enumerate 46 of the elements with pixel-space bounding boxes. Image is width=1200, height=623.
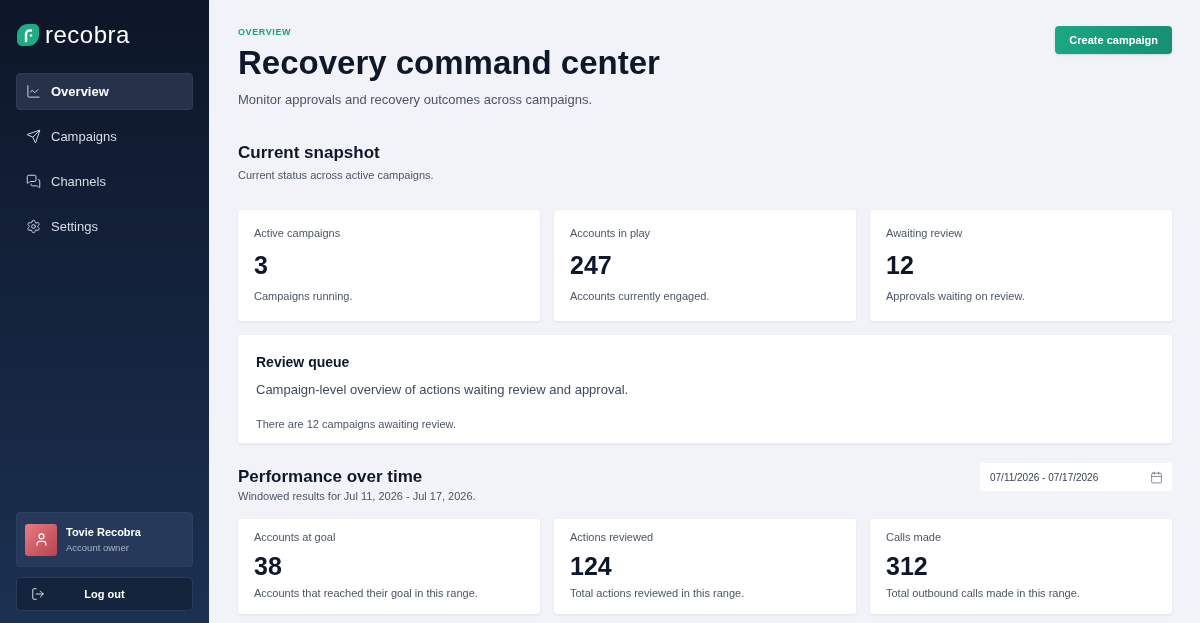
stat-label: Awaiting review [886,226,963,241]
nav-item[interactable]: Settings [16,208,193,245]
avatar-icon [25,523,57,556]
logout-icon [31,587,45,601]
chat-bubbles-icon [26,174,41,189]
stat-description: Accounts that reached their goal in this range. [254,586,478,601]
stat-label: Active campaigns [254,226,341,241]
logout-button[interactable]: Log out [16,577,193,611]
card-title: Review queue [256,353,350,372]
section-title: Current snapshot [238,142,380,164]
settings-icon [26,219,41,234]
section-subtitle: Windowed results for Jul 11, 2026 - Jul 17, 2026. [238,489,476,504]
page-eyebrow: OVERVIEW [238,26,292,38]
user-name: Tovie Recobra [66,525,141,539]
stat-label: Actions reviewed [570,530,654,545]
logo-icon [17,24,39,46]
card-note: There are 12 campaigns awaiting review. [256,417,456,432]
stat-label: Accounts in play [570,226,651,241]
stat-description: Campaigns running. [254,289,353,304]
page-subtitle: Monitor approvals and recovery outcomes across campaigns. [238,91,593,109]
section-subtitle: Current status across active campaigns. [238,168,434,183]
stat-value: 312 [886,551,928,581]
card-description: Campaign-level overview of actions waiting review and approval. [256,381,629,399]
stat-description: Total outbound calls made in this range. [886,586,1080,601]
stat-description: Accounts currently engaged. [570,289,710,304]
stat-description: Total actions reviewed in this range. [570,586,745,601]
user-role: Account owner [66,542,130,554]
stat-value: 247 [570,250,612,280]
date-range-field[interactable]: 07/11/2026 - 07/17/2026 [980,463,1172,491]
stat-value: 3 [254,250,268,280]
nav-item[interactable]: Overview [16,73,193,110]
stat-description: Approvals waiting on review. [886,289,1025,304]
line-chart-icon [26,84,41,99]
stat-value: 12 [886,250,914,280]
calendar-icon [1150,470,1163,484]
stat-value: 124 [570,551,612,581]
section-title: Performance over time [238,467,423,487]
logo-text: recobra [45,21,130,49]
stat-value: 38 [254,551,282,581]
stat-label: Accounts at goal [254,530,336,545]
stat-label: Calls made [886,530,942,545]
paper-plane-icon [26,129,41,144]
nav-item[interactable]: Channels [16,163,193,200]
page-title: Recovery command center [238,43,660,83]
create-campaign-button[interactable]: Create campaign [1055,26,1172,54]
nav-item[interactable]: Campaigns [16,118,193,155]
